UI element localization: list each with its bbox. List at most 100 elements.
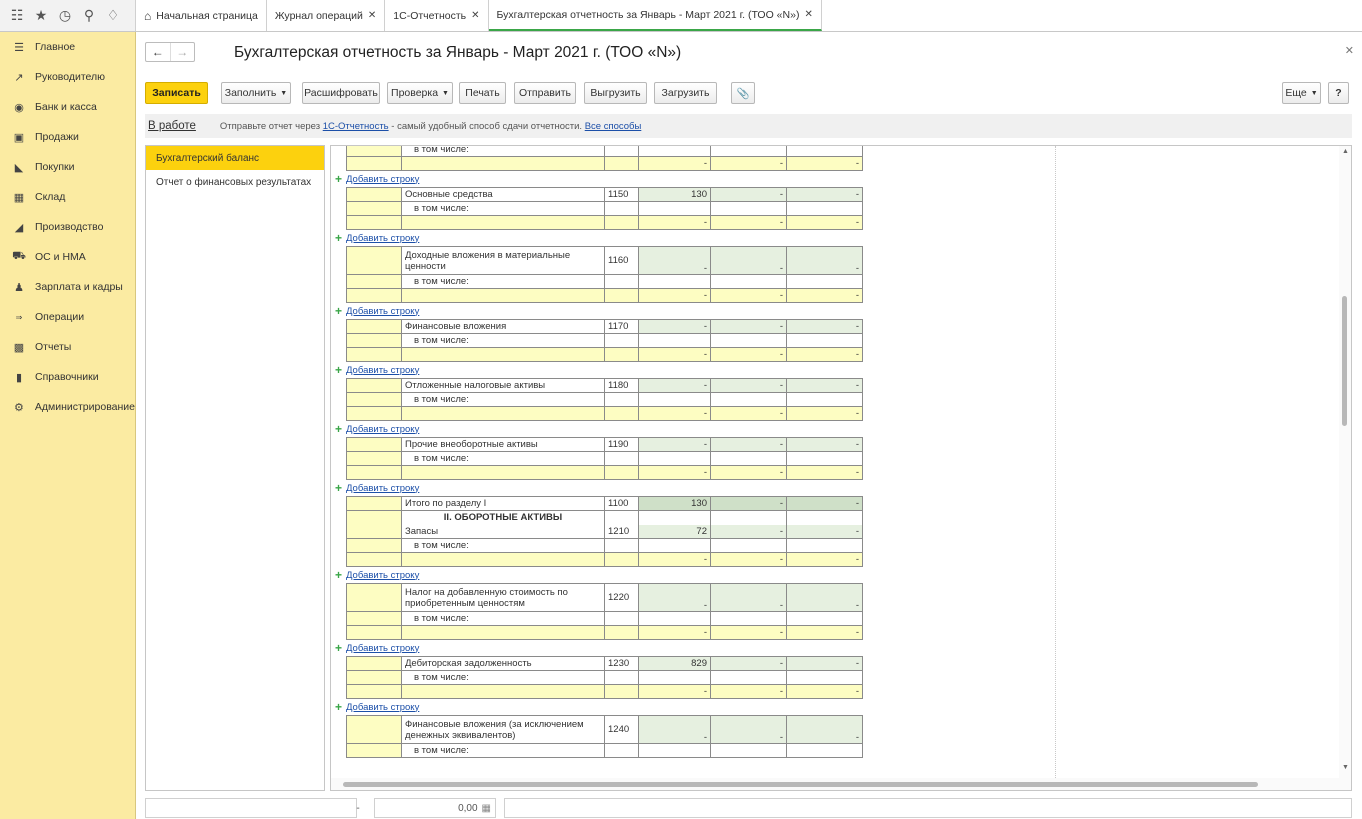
add-row-label[interactable]: Добавить строку [346,424,419,435]
add-row-label[interactable]: Добавить строку [346,233,419,244]
back-arrow-icon[interactable]: ← [146,43,170,61]
value-cell[interactable]: 829 [638,656,711,671]
value-cell[interactable]: - [638,437,711,452]
value-cell[interactable]: - [638,347,711,362]
value-cell[interactable]: - [710,246,787,275]
value-cell[interactable]: - [638,406,711,421]
check-button[interactable]: Проверка ▼ [387,82,453,104]
scroll-thumb[interactable] [343,782,1258,787]
sidebar-item-reports[interactable]: ▩ Отчеты [0,332,135,362]
sidebar-item-main[interactable]: ☰ Главное [0,32,135,62]
value-cell[interactable]: - [638,465,711,480]
value-cell[interactable]: - [786,187,863,202]
value-cell[interactable]: - [638,215,711,230]
close-icon[interactable]: ✕ [1345,44,1354,57]
forward-arrow-icon[interactable]: → [169,43,195,61]
value-cell[interactable]: - [786,524,863,539]
value-cell[interactable]: - [638,246,711,275]
value-cell[interactable]: - [710,347,787,362]
tab-1c-reporting[interactable]: 1С-Отчетность ✕ [385,0,489,31]
add-row-link[interactable]: + Добавить строку [331,231,1331,245]
star-icon[interactable]: ★ [30,5,52,27]
sidebar-item-sales[interactable]: ▣ Продажи [0,122,135,152]
add-row-label[interactable]: Добавить строку [346,483,419,494]
input-cell[interactable] [401,347,605,362]
section-financial-results[interactable]: Отчет о финансовых результатах [146,170,324,194]
input-cell[interactable] [401,156,605,171]
scroll-thumb[interactable] [1342,296,1347,426]
value-cell[interactable]: - [710,378,787,393]
bottom-field-right[interactable] [504,798,1352,818]
add-row-link[interactable]: + Добавить строку [331,304,1331,318]
value-cell[interactable]: - [786,465,863,480]
sidebar-item-directories[interactable]: ▮ Справочники [0,362,135,392]
tab-home[interactable]: ⌂ Начальная страница [136,0,267,31]
tab-accounting-report[interactable]: Бухгалтерская отчетность за Январь - Мар… [488,0,822,31]
scroll-down-icon[interactable]: ▼ [1342,764,1349,771]
value-cell[interactable]: - [786,215,863,230]
input-cell[interactable] [401,684,605,699]
more-button[interactable]: Еще ▼ [1282,82,1321,104]
save-button[interactable]: Записать [145,82,208,104]
search-icon[interactable]: ⚲ [78,5,100,27]
history-icon[interactable]: ◷ [54,5,76,27]
sidebar-item-purchases[interactable]: ◣ Покупки [0,152,135,182]
input-cell[interactable] [401,552,605,567]
value-cell[interactable]: - [710,288,787,303]
value-cell[interactable]: - [710,625,787,640]
add-row-link[interactable]: + Добавить строку [331,641,1331,655]
input-cell[interactable] [401,465,605,480]
input-cell[interactable] [401,288,605,303]
value-cell[interactable]: - [786,156,863,171]
decode-button[interactable]: Расшифровать [302,82,380,104]
value-cell[interactable]: - [638,319,711,334]
status-state-link[interactable]: В работе [148,120,196,132]
horizontal-scrollbar[interactable] [331,778,1351,790]
amount-field[interactable]: 0,00 ▦ [374,798,496,818]
import-button[interactable]: Загрузить [654,82,717,104]
section-balance-sheet[interactable]: Бухгалтерский баланс [146,146,324,170]
value-cell[interactable]: - [710,524,787,539]
close-icon[interactable]: ✕ [368,10,376,21]
value-cell[interactable]: - [786,406,863,421]
bottom-field-left[interactable] [145,798,357,818]
value-cell[interactable]: - [638,583,711,612]
value-cell[interactable]: - [786,684,863,699]
sidebar-item-fixed-assets[interactable]: ⛟ ОС и НМА [0,242,135,272]
all-methods-link[interactable]: Все способы [585,121,642,132]
value-cell[interactable]: - [710,187,787,202]
scroll-up-icon[interactable]: ▲ [1342,148,1349,155]
add-row-link[interactable]: + Добавить строку [331,481,1331,495]
sidebar-item-manager[interactable]: ↗ Руководителю [0,62,135,92]
export-button[interactable]: Выгрузить [584,82,647,104]
value-cell[interactable]: - [710,656,787,671]
value-cell[interactable]: 130 [638,187,711,202]
value-cell[interactable]: - [710,552,787,567]
value-cell[interactable]: - [710,715,787,744]
value-cell[interactable]: - [786,656,863,671]
1c-reporting-link[interactable]: 1С-Отчетность [323,121,389,132]
add-row-label[interactable]: Добавить строку [346,643,419,654]
vertical-scrollbar[interactable]: ▲ ▼ [1339,146,1351,778]
sidebar-item-operations[interactable]: ⇒ Операции [0,302,135,332]
help-button[interactable]: ? [1328,82,1349,104]
value-cell[interactable]: - [710,406,787,421]
send-button[interactable]: Отправить [514,82,576,104]
value-cell[interactable]: - [710,583,787,612]
add-row-link[interactable]: + Добавить строку [331,172,1331,186]
value-cell[interactable]: - [786,347,863,362]
value-cell[interactable]: - [786,715,863,744]
close-icon[interactable]: ✕ [471,10,479,21]
value-cell[interactable]: - [710,465,787,480]
value-cell[interactable]: - [710,156,787,171]
value-cell[interactable]: - [710,319,787,334]
add-row-label[interactable]: Добавить строку [346,365,419,376]
value-cell[interactable]: - [786,552,863,567]
value-cell[interactable]: - [710,215,787,230]
sidebar-item-bank[interactable]: ◉ Банк и касса [0,92,135,122]
value-cell[interactable]: - [786,378,863,393]
value-cell[interactable]: - [710,437,787,452]
value-cell[interactable]: - [786,437,863,452]
sidebar-item-admin[interactable]: ⚙ Администрирование [0,392,135,422]
add-row-label[interactable]: Добавить строку [346,174,419,185]
